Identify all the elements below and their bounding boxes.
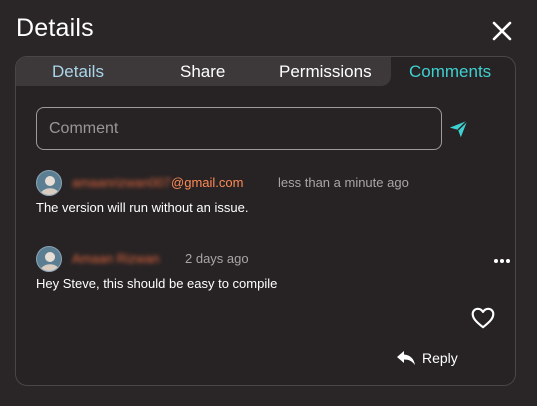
reply-label: Reply <box>422 350 458 366</box>
like-button[interactable] <box>470 305 496 331</box>
tab-permissions[interactable]: Permissions <box>279 62 372 82</box>
author-name-blurred: Amaan Rizwan <box>72 251 160 266</box>
avatar-icon <box>40 176 60 195</box>
avatar <box>36 170 62 196</box>
tab-comments[interactable]: Comments <box>409 62 491 82</box>
comment-author[interactable]: amaanrizwan007@gmail.com <box>72 175 243 190</box>
details-panel: Details Share Permissions Comments amaan… <box>15 56 516 386</box>
avatar-icon <box>40 252 60 271</box>
more-options-button[interactable] <box>492 254 512 266</box>
send-icon <box>449 120 468 138</box>
reply-icon <box>397 351 415 365</box>
reply-button[interactable]: Reply <box>396 347 458 369</box>
comment-timestamp: 2 days ago <box>185 251 249 266</box>
send-button[interactable] <box>448 118 470 140</box>
author-name-blurred: amaanrizwan007 <box>72 175 172 190</box>
more-icon <box>494 259 510 263</box>
heart-icon <box>471 307 495 329</box>
page-title: Details <box>16 14 94 42</box>
avatar <box>36 246 62 272</box>
comment-input[interactable] <box>36 107 442 150</box>
comment-author[interactable]: Amaan Rizwan <box>72 251 159 266</box>
close-button[interactable] <box>488 17 516 45</box>
comment-text: Hey Steve, this should be easy to compil… <box>36 276 278 291</box>
comment-timestamp: less than a minute ago <box>278 175 409 190</box>
comment-text: The version will run without an issue. <box>36 200 249 215</box>
tab-details[interactable]: Details <box>52 62 104 82</box>
author-email-domain: @gmail.com <box>171 175 244 190</box>
close-icon <box>492 21 512 41</box>
tab-share[interactable]: Share <box>180 62 225 82</box>
